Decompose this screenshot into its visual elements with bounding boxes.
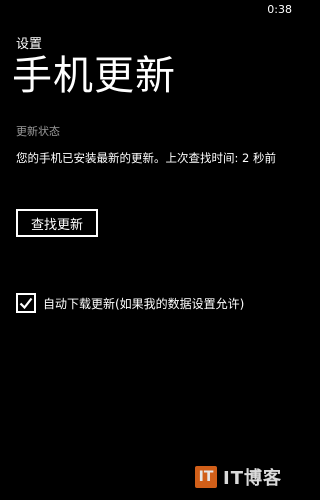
page-title: 手机更新 [12,53,176,99]
auto-download-row[interactable]: 自动下载更新(如果我的数据设置允许) [16,290,244,316]
watermark-text: IT博客 [223,468,282,489]
update-status-label: 更新状态 [16,125,60,138]
auto-download-label: 自动下载更新(如果我的数据设置允许) [43,296,245,311]
watermark: IT IT博客 [195,464,282,490]
checkmark-icon [19,297,33,310]
app-title: 设置 [16,37,43,52]
update-status-message: 您的手机已安装最新的更新。上次查找时间: 2 秒前 [16,151,276,165]
auto-download-checkbox[interactable] [16,293,36,313]
check-for-updates-button[interactable]: 查找更新 [16,209,98,237]
status-bar-time: 0:38 [267,3,292,16]
watermark-logo: IT [195,466,218,488]
